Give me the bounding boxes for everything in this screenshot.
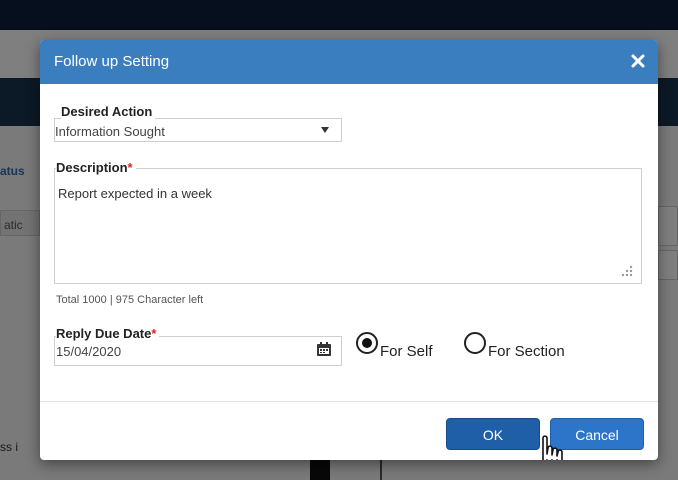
dialog-footer-divider	[40, 401, 658, 402]
follow-up-setting-dialog: Follow up Setting Desired Action Informa…	[40, 40, 658, 460]
for-self-label[interactable]: For Self	[380, 343, 433, 360]
description-label: Description*	[56, 160, 136, 175]
description-label-text: Description	[56, 160, 128, 175]
chevron-down-icon	[321, 127, 329, 133]
for-self-radio[interactable]	[356, 332, 378, 354]
radio-selected-dot	[362, 338, 372, 348]
desired-action-label: Desired Action	[61, 104, 156, 119]
desired-action-value: Information Sought	[55, 124, 165, 139]
required-marker: *	[151, 326, 157, 341]
for-section-radio[interactable]	[464, 332, 486, 354]
hand-cursor-icon	[533, 435, 563, 460]
dialog-header: Follow up Setting	[40, 40, 658, 84]
reply-due-date-label: Reply Due Date*	[56, 326, 160, 341]
resize-grip-icon[interactable]	[620, 264, 634, 278]
dialog-title: Follow up Setting	[54, 53, 170, 70]
required-marker: *	[127, 160, 133, 175]
close-icon[interactable]	[630, 53, 646, 69]
description-value: Report expected in a week	[58, 186, 212, 201]
character-counter: Total 1000 | 975 Character left	[56, 294, 204, 306]
reply-due-date-value: 15/04/2020	[56, 344, 122, 359]
ok-button[interactable]: OK	[446, 418, 540, 450]
calendar-icon[interactable]	[316, 341, 332, 357]
reply-due-date-label-text: Reply Due Date	[56, 326, 152, 341]
for-section-label[interactable]: For Section	[488, 343, 565, 360]
